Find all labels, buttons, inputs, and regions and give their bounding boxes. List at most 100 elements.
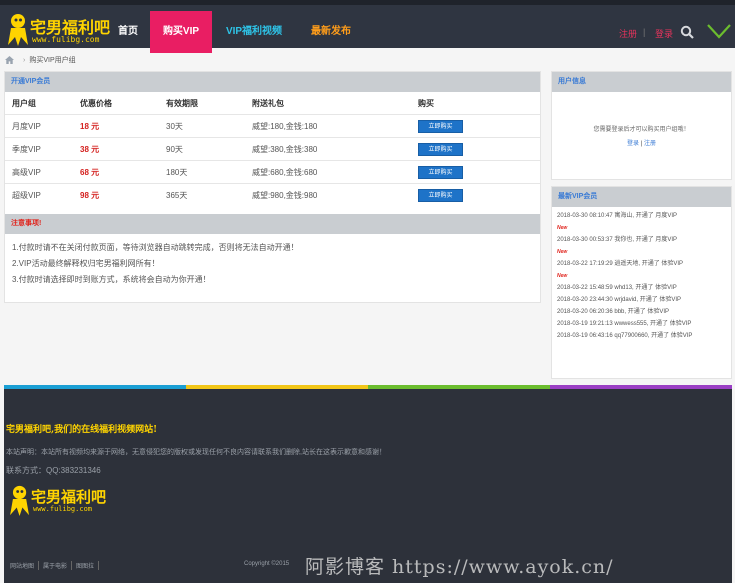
- plan-price: 38 元: [80, 144, 100, 154]
- logo-mascot-icon: [8, 14, 28, 46]
- notice-title: 注意事项!: [5, 214, 540, 234]
- latest-vip-text: 2018-03-20 06:20:36 bbb, 开通了 体验VIP: [557, 309, 670, 315]
- list-item: 2018-03-20 06:20:36 bbb, 开通了 体验VIP: [557, 306, 726, 318]
- copyright: Copyright ©2015: [244, 561, 290, 567]
- table-row: 超级VIP 98 元 365天 威望:980,金钱:980 立即购买: [5, 183, 540, 206]
- breadcrumb-separator: ›: [23, 56, 26, 64]
- notice-item: 3.付款时请选择即时到账方式，系统将会自动为你开通！: [12, 275, 211, 284]
- link-separator: |: [640, 141, 643, 147]
- col-header-price: 优惠价格: [80, 98, 112, 108]
- new-badge: New: [557, 273, 568, 279]
- strip-segment: [186, 385, 368, 389]
- notice-item: 1.付款时请不在关闭付款页面，等待浏览器自动跳转完成，否则将无法自动开通！: [12, 243, 299, 252]
- plan-gift: 威望:180,金钱:180: [252, 121, 318, 131]
- list-item: 2018-03-30 08:10:47 寓海山, 开通了 月度VIP New: [557, 210, 726, 234]
- footer-title: 宅男福利吧,我们的在线福利视频网站!: [6, 425, 158, 435]
- chevron-down-icon[interactable]: [707, 23, 731, 39]
- logo-mascot-icon: [10, 485, 29, 517]
- login-required-message: 您需要登录后才可以购买用户组哦！: [593, 127, 690, 133]
- latest-vip-text: 2018-03-30 00:53:37 我你也, 开通了 月度VIP: [557, 237, 678, 243]
- plan-price: 68 元: [80, 167, 100, 177]
- plan-group: 超级VIP: [12, 190, 41, 200]
- breadcrumb: › 购买VIP用户组: [5, 53, 76, 67]
- buy-now-button[interactable]: 立即购买: [418, 188, 463, 202]
- plan-gift: 威望:680,金钱:680: [252, 167, 318, 177]
- plan-period: 90天: [166, 144, 183, 154]
- footer-link[interactable]: 属于电影: [39, 561, 73, 570]
- user-auth-links: 登录 | 注册: [552, 138, 731, 147]
- latest-vip-text: 2018-03-19 19:21:13 wwwess555, 开通了 体验VIP: [557, 321, 692, 327]
- search-icon[interactable]: [680, 25, 694, 39]
- sidebar-register-link[interactable]: 注册: [644, 141, 656, 147]
- site-logo[interactable]: 宅男福利吧 www.fulibg.com: [6, 11, 110, 47]
- notice-item: 2.VIP活动最终解释权归宅男福利网所有！: [12, 259, 160, 268]
- list-item: 2018-03-19 19:21:13 wwwess555, 开通了 体验VIP: [557, 318, 726, 330]
- latest-vip-list: 2018-03-30 08:10:47 寓海山, 开通了 月度VIP New 2…: [552, 207, 731, 345]
- plan-period: 180天: [166, 167, 188, 177]
- notice-list: 1.付款时请不在关闭付款页面，等待浏览器自动跳转完成，否则将无法自动开通！ 2.…: [5, 234, 540, 294]
- strip-segment: [550, 385, 732, 389]
- site-header: 宅男福利吧 www.fulibg.com 首页 购买VIP VIP福利视频 最新…: [0, 0, 735, 53]
- list-item: 2018-03-30 00:53:37 我你也, 开通了 月度VIP New: [557, 234, 726, 258]
- nav-latest[interactable]: 最新发布: [296, 11, 366, 53]
- login-link[interactable]: 登录: [655, 27, 673, 40]
- nav-home[interactable]: 首页: [110, 11, 150, 53]
- list-item: 2018-03-22 17:19:29 逍遥天地, 开通了 体验VIP New: [557, 258, 726, 282]
- plan-group: 月度VIP: [12, 121, 41, 131]
- watermark: 阿影博客 https://www.ayok.cn/: [305, 556, 614, 578]
- table-row: 高级VIP 68 元 180天 威望:680,金钱:680 立即购买: [5, 160, 540, 183]
- plan-period: 30天: [166, 121, 183, 131]
- footer-links: 网站地图 属于电影 图图拉: [6, 561, 100, 570]
- plan-gift: 威望:980,金钱:980: [252, 190, 318, 200]
- footer-logo[interactable]: 宅男福利吧 www.fulibg.com: [8, 483, 108, 517]
- col-header-buy: 购买: [418, 98, 434, 108]
- user-info-title: 用户信息: [552, 72, 731, 92]
- header-separator: |: [643, 27, 646, 37]
- vip-purchase-panel: 开通VIP会员 用户组 优惠价格 有效期限 附送礼包 购买 月度VIP 18 元…: [4, 71, 541, 303]
- plan-period: 365天: [166, 190, 188, 200]
- latest-vip-title: 最新VIP会员: [552, 187, 731, 207]
- latest-vip-text: 2018-03-20 23:44:30 wrjdavid, 开通了 体验VIP: [557, 297, 682, 303]
- strip-segment: [4, 385, 186, 389]
- plans-title: 开通VIP会员: [5, 72, 540, 92]
- sidebar-login-link[interactable]: 登录: [627, 141, 639, 147]
- plan-price: 18 元: [80, 121, 100, 131]
- plans-table-header: 用户组 优惠价格 有效期限 附送礼包 购买: [5, 92, 540, 114]
- latest-vip-text: 2018-03-30 08:10:47 寓海山, 开通了 月度VIP: [557, 213, 678, 219]
- plan-group: 季度VIP: [12, 144, 41, 154]
- logo-url: www.fulibg.com: [32, 35, 100, 44]
- footer-disclaimer: 本站声明：本站所有视频均来源于网络，无意侵犯您的版权或发现任何不良内容请联系我们…: [6, 449, 386, 456]
- col-header-gift: 附送礼包: [252, 98, 284, 108]
- footer-logo-title: 宅男福利吧: [31, 488, 107, 506]
- footer-link[interactable]: 图图拉: [72, 561, 100, 570]
- buy-now-button[interactable]: 立即购买: [418, 119, 463, 133]
- latest-vip-text: 2018-03-19 06:43:16 qq77900660, 开通了 体验VI…: [557, 333, 693, 339]
- new-badge: New: [557, 249, 568, 255]
- new-badge: New: [557, 225, 568, 231]
- col-header-period: 有效期限: [166, 98, 198, 108]
- buy-now-button[interactable]: 立即购买: [418, 165, 463, 179]
- latest-vip-panel: 最新VIP会员 2018-03-30 08:10:47 寓海山, 开通了 月度V…: [551, 186, 732, 379]
- home-icon[interactable]: [5, 56, 14, 64]
- list-item: 2018-03-19 06:43:16 qq77900660, 开通了 体验VI…: [557, 330, 726, 342]
- user-info-panel: 用户信息 您需要登录后才可以购买用户组哦！ 登录 | 注册: [551, 71, 732, 180]
- footer-contact: 联系方式：QQ:383231346: [6, 466, 101, 475]
- breadcrumb-current: 购买VIP用户组: [29, 57, 76, 64]
- footer-color-strip: [4, 385, 732, 389]
- nav-buy-vip[interactable]: 购买VIP: [150, 11, 212, 53]
- nav-vip-video[interactable]: VIP福利视频: [212, 11, 296, 53]
- latest-vip-text: 2018-03-22 15:48:59 whd13, 开通了 体验VIP: [557, 285, 677, 291]
- main-nav: 首页 购买VIP VIP福利视频 最新发布: [110, 11, 366, 53]
- strip-segment: [368, 385, 550, 389]
- table-row: 季度VIP 38 元 90天 威望:380,金钱:380 立即购买: [5, 137, 540, 160]
- latest-vip-text: 2018-03-22 17:19:29 逍遥天地, 开通了 体验VIP: [557, 261, 684, 267]
- list-item: 2018-03-22 15:48:59 whd13, 开通了 体验VIP: [557, 282, 726, 294]
- footer-link-sitemap[interactable]: 网站地图: [6, 561, 40, 570]
- list-item: 2018-03-20 23:44:30 wrjdavid, 开通了 体验VIP: [557, 294, 726, 306]
- table-row: 月度VIP 18 元 30天 威望:180,金钱:180 立即购买: [5, 114, 540, 137]
- plan-gift: 威望:380,金钱:380: [252, 144, 318, 154]
- buy-now-button[interactable]: 立即购买: [418, 142, 463, 156]
- plan-price: 98 元: [80, 190, 100, 200]
- footer-logo-url: www.fulibg.com: [33, 505, 93, 513]
- register-link[interactable]: 注册: [619, 27, 637, 40]
